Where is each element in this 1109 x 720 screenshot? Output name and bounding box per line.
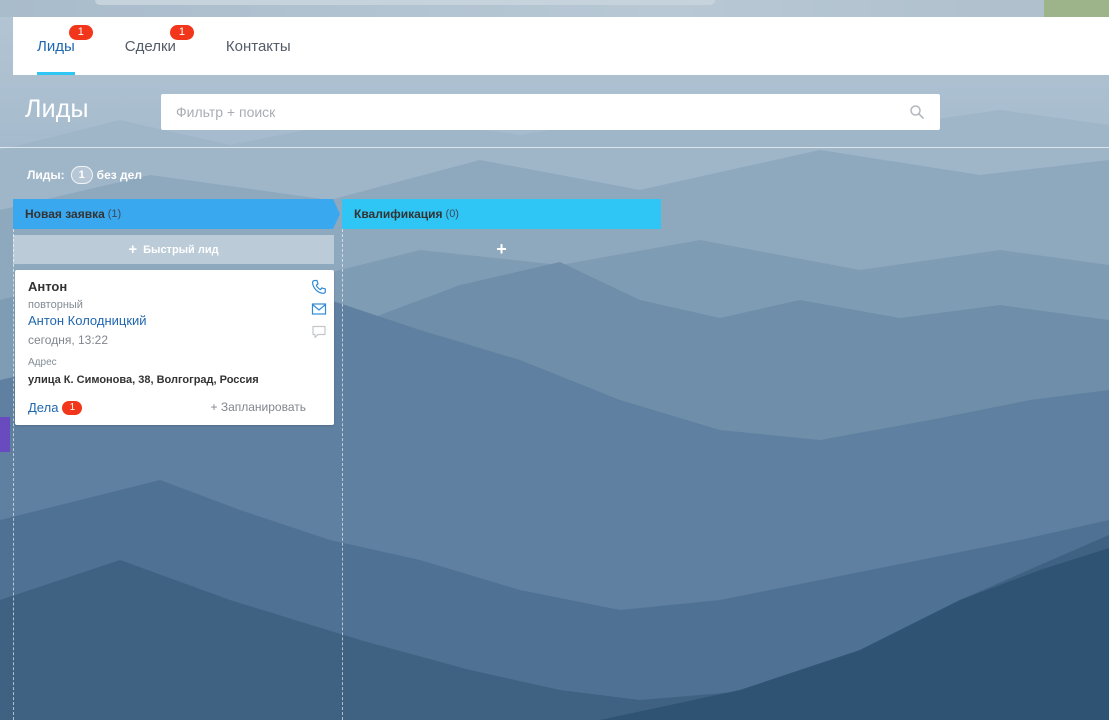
tab-leads[interactable]: Лиды 1 [37,17,93,75]
chat-icon[interactable] [311,324,327,340]
stage-header-qualification[interactable]: Квалификация (0) [342,199,661,229]
lead-title[interactable]: Антон [28,279,67,294]
column-guide-left [13,229,14,720]
search-icon[interactable] [909,104,925,120]
counter-prefix: Лиды: [27,168,65,182]
stage-new-count: (1) [107,208,122,220]
lead-address-label: Адрес [28,357,57,368]
mail-icon[interactable] [311,301,327,317]
lead-card[interactable]: Антон повторный Антон Колодницкий сегодн… [15,270,334,425]
phone-icon[interactable] [311,279,327,295]
lead-contact-link[interactable]: Антон Колодницкий [28,313,147,328]
lead-activities: Дела 1 [28,400,83,415]
stage-new-name: Новая заявка [25,207,105,221]
tab-deals-badge: 1 [169,25,194,40]
plan-activity-link[interactable]: + Запланировать [210,400,306,414]
header-divider [0,147,1109,148]
lead-status: повторный [28,299,83,311]
activities-badge: 1 [62,400,83,415]
counter-pill[interactable]: 1 [70,166,93,184]
activities-link[interactable]: Дела [28,400,58,415]
side-panel-tab[interactable] [0,417,10,452]
stage-header-new[interactable]: Новая заявка (1) [13,199,340,229]
top-search-edge [95,0,715,5]
tab-leads-badge: 1 [68,25,93,40]
filter-search-input[interactable] [176,104,909,120]
lead-date: сегодня, 13:22 [28,333,109,347]
column-guide-middle [342,229,343,720]
lead-address: улица К. Симонова, 38, Волгоград, Россия [28,374,259,386]
page-title: Лиды [25,95,89,123]
stage-qual-name: Квалификация [354,207,443,221]
plus-icon: + [128,241,138,258]
tab-contacts[interactable]: Контакты [226,17,291,75]
tab-contacts-label: Контакты [225,37,291,55]
counter-suffix: без дел [96,168,142,182]
top-right-block [1044,0,1109,17]
add-lead-button[interactable]: + [342,235,661,264]
crm-tabs-bar: Лиды 1 Сделки 1 Контакты [13,17,1109,75]
quick-lead-label: Быстрый лид [143,243,219,256]
tab-leads-label: Лиды [37,37,75,55]
tab-deals-label: Сделки [124,37,176,55]
tab-deals[interactable]: Сделки 1 [124,17,194,75]
stage-qual-count: (0) [445,208,459,220]
leads-counter: Лиды: 1 без дел [27,166,142,184]
quick-lead-button[interactable]: + Быстрый лид [13,235,334,264]
filter-search-box[interactable] [161,94,940,130]
